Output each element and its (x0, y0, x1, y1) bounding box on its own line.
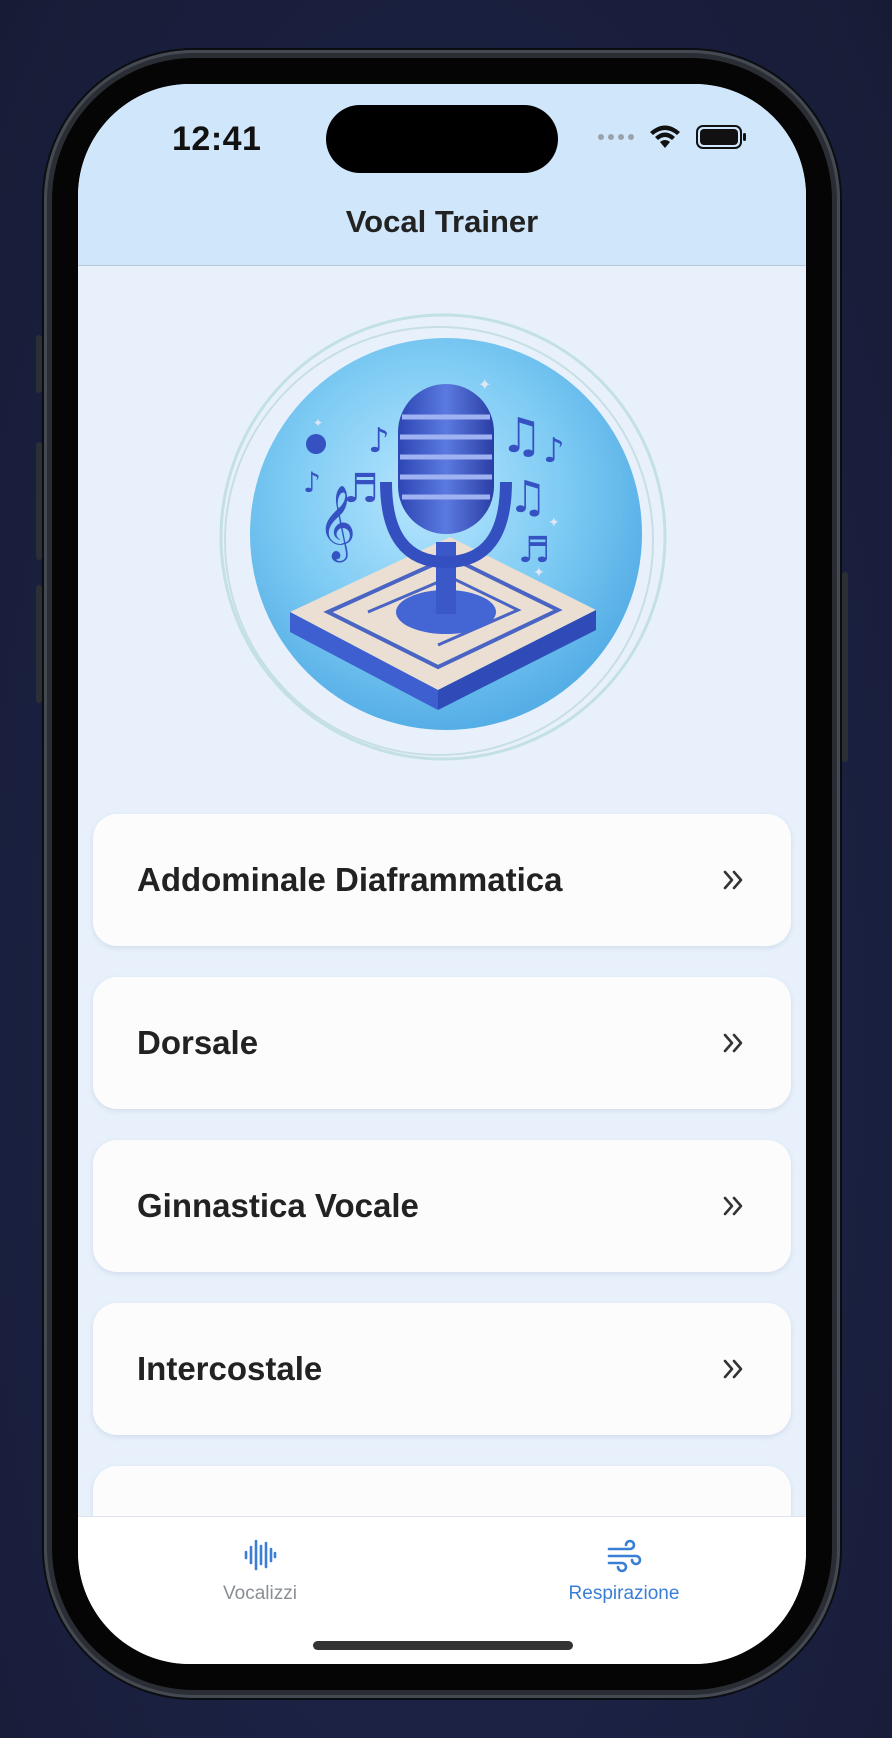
battery-icon (696, 125, 746, 149)
dynamic-island (326, 105, 558, 173)
list-item-label: Intercostale (137, 1350, 323, 1387)
double-chevron-right-icon (723, 870, 743, 890)
svg-text:♪: ♪ (303, 466, 321, 499)
svg-text:✦: ✦ (478, 375, 491, 394)
app-screen: 12:41 Vocal Trainer 𝄞 ♬ ♪ ♫ ♪ ♫ ♬ ♪ ✦ ✦ … (78, 84, 806, 1664)
mute-switch (36, 335, 42, 393)
volume-down-button (36, 585, 42, 703)
list-item[interactable]: Ginnastica Vocale (93, 1140, 791, 1272)
status-icons (598, 124, 748, 150)
home-indicator (313, 1641, 573, 1650)
list-item[interactable]: Dorsale (93, 977, 791, 1109)
svg-text:♫: ♫ (500, 408, 543, 464)
app-logo: 𝄞 ♬ ♪ ♫ ♪ ♫ ♬ ♪ ✦ ✦ ✦ ✦ (218, 312, 668, 762)
double-chevron-right-icon (723, 1359, 743, 1379)
page-title: Vocal Trainer (345, 204, 539, 239)
exercise-list: Addominale Diaframmatica Dorsale Ginnast… (93, 814, 791, 1629)
wifi-icon (650, 125, 680, 148)
tab-bar: Vocalizzi Respirazione (78, 1516, 806, 1664)
tab-respirazione[interactable]: Respirazione (504, 1537, 744, 1605)
svg-text:✦: ✦ (313, 416, 323, 430)
double-chevron-right-icon (723, 1033, 743, 1053)
double-chevron-right-icon (723, 1196, 743, 1216)
tab-label: Respirazione (568, 1583, 680, 1604)
waveform-icon (244, 1539, 277, 1571)
nav-header: 12:41 Vocal Trainer (78, 84, 806, 266)
microphone-with-music-notes-icon: 𝄞 ♬ ♪ ♫ ♪ ♫ ♬ ♪ ✦ ✦ ✦ ✦ (219, 313, 667, 761)
svg-text:✦: ✦ (548, 515, 560, 531)
list-item-label: Addominale Diaframmatica (137, 861, 563, 898)
svg-text:♬: ♬ (343, 466, 379, 512)
svg-text:♪: ♪ (543, 431, 565, 471)
list-item[interactable]: Addominale Diaframmatica (93, 814, 791, 946)
tab-label: Vocalizzi (223, 1583, 297, 1604)
svg-text:♫: ♫ (508, 472, 547, 523)
status-time: 12:41 (172, 120, 262, 158)
volume-up-button (36, 442, 42, 560)
list-item[interactable]: Intercostale (93, 1303, 791, 1435)
svg-text:✦: ✦ (533, 565, 545, 581)
svg-text:♪: ♪ (368, 421, 390, 461)
tab-vocalizzi[interactable]: Vocalizzi (140, 1537, 380, 1605)
signal-dots-icon (598, 134, 634, 140)
wind-icon (607, 1539, 642, 1573)
list-item-label: Dorsale (137, 1024, 259, 1061)
list-item-label: Ginnastica Vocale (137, 1187, 419, 1224)
power-button (842, 572, 848, 762)
